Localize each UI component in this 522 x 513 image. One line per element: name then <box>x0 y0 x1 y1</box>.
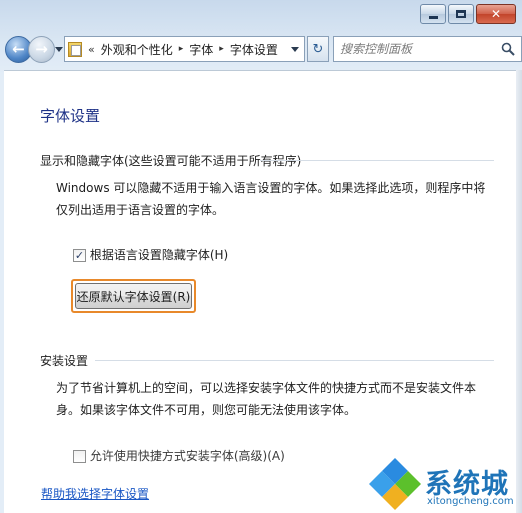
breadcrumb-font-settings[interactable]: 字体设置 <box>230 41 278 58</box>
search-box[interactable] <box>333 36 522 62</box>
address-dropdown-button[interactable] <box>286 37 304 61</box>
shortcut-install-checkbox[interactable] <box>73 450 86 463</box>
watermark: 系统城 xitongcheng.com <box>368 456 520 510</box>
forward-button[interactable]: → <box>28 36 55 63</box>
breadcrumb-overflow-chevron[interactable]: « <box>88 43 95 56</box>
caption-buttons: ✕ <box>420 4 516 24</box>
breadcrumb-separator-icon[interactable]: ▸ <box>179 44 184 54</box>
refresh-icon: ↻ <box>312 41 324 57</box>
navigation-bar: ← → « 外观和个性化 ▸ 字体 ▸ 字体设置 ↻ <box>0 34 522 66</box>
chevron-down-icon <box>291 46 299 52</box>
help-link[interactable]: 帮助我选择字体设置 <box>41 485 149 502</box>
shortcut-install-label[interactable]: 允许使用快捷方式安装字体(高级)(A) <box>90 449 285 463</box>
restore-default-font-settings-button[interactable]: 还原默认字体设置(R) <box>75 283 192 309</box>
watermark-logo-icon <box>369 458 421 510</box>
maximize-button[interactable] <box>448 4 474 24</box>
search-input[interactable] <box>334 37 499 61</box>
back-arrow-icon: ← <box>12 40 25 58</box>
section-divider <box>95 360 494 361</box>
display-description: Windows 可以隐藏不适用于输入语言设置的字体。如果选择此选项，则程序中将仅… <box>56 181 486 217</box>
control-panel-folder-icon <box>68 40 84 58</box>
section-divider <box>260 160 494 161</box>
hide-fonts-label[interactable]: 根据语言设置隐藏字体(H) <box>90 248 228 262</box>
address-bar[interactable]: « 外观和个性化 ▸ 字体 ▸ 字体设置 <box>64 36 305 62</box>
page-title: 字体设置 <box>40 107 101 125</box>
breadcrumb-fonts[interactable]: 字体 <box>189 41 213 58</box>
window-frame: ✕ ← → « 外观和个性化 ▸ 字体 ▸ 字体设置 ↻ 搜索控制面板 字体设置… <box>0 0 522 513</box>
minimize-button[interactable] <box>420 4 446 24</box>
shortcut-install-option[interactable]: 允许使用快捷方式安装字体(高级)(A) <box>73 447 285 464</box>
install-description: 为了节省计算机上的空间，可以选择安装字体文件的快捷方式而不是安装文件本身。如果该… <box>56 381 477 417</box>
refresh-button[interactable]: ↻ <box>307 36 329 62</box>
hide-fonts-checkbox[interactable]: ✓ <box>73 249 86 262</box>
search-icon[interactable] <box>501 42 515 56</box>
minimize-icon <box>421 5 445 23</box>
content-pane: 字体设置 显示和隐藏字体(这些设置可能不适用于所有程序) Windows 可以隐… <box>4 70 516 513</box>
breadcrumb-separator-icon[interactable]: ▸ <box>219 44 224 54</box>
section-title-install: 安装设置 <box>40 354 89 368</box>
breadcrumb-appearance[interactable]: 外观和个性化 <box>101 41 173 58</box>
chevron-down-icon <box>55 46 63 52</box>
maximize-icon <box>449 5 473 23</box>
scrollbar-edge[interactable] <box>516 70 522 513</box>
close-icon: ✕ <box>490 7 502 21</box>
forward-arrow-icon: → <box>35 40 48 58</box>
recent-pages-dropdown[interactable] <box>55 44 63 54</box>
hide-fonts-option[interactable]: ✓ 根据语言设置隐藏字体(H) <box>73 246 228 263</box>
close-button[interactable]: ✕ <box>476 4 516 24</box>
watermark-url: xitongcheng.com <box>427 496 514 507</box>
